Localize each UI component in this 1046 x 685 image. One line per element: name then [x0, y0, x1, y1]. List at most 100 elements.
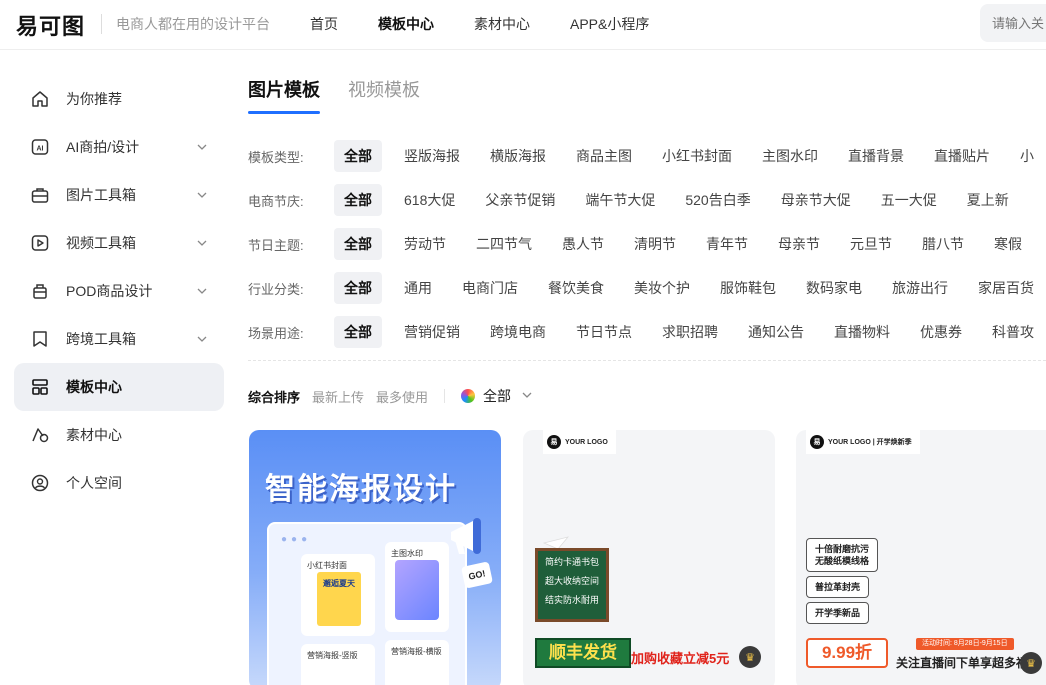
- filter-option[interactable]: 腊八节: [922, 228, 964, 260]
- filter-option[interactable]: 节日节点: [576, 316, 632, 348]
- logo-tag: 易 YOUR LOGO: [543, 430, 616, 454]
- template-card[interactable]: 智能海报设计 ●●● 小红书封面 邂逅夏天 主图水印 营销海报-竖版 营销海报-…: [249, 430, 501, 685]
- filter-label: 节日主题:: [248, 237, 304, 253]
- activity-time: 活动时间: 8月28日-9月15日: [916, 638, 1014, 650]
- mini-card: 主图水印: [385, 542, 449, 632]
- chevron-down-icon[interactable]: [196, 188, 208, 206]
- filter-option[interactable]: 寒假: [994, 228, 1022, 260]
- filter-option[interactable]: 餐饮美食: [548, 272, 604, 304]
- filter-option[interactable]: 旅游出行: [892, 272, 948, 304]
- mini-card: 小红书封面 邂逅夏天: [301, 554, 375, 636]
- filter-option[interactable]: 618大促: [404, 184, 455, 216]
- filter-option[interactable]: 青年节: [706, 228, 748, 260]
- filter-option[interactable]: 服饰鞋包: [720, 272, 776, 304]
- mini-card: 营销海报-横版: [385, 640, 449, 685]
- filter-option[interactable]: 五一大促: [881, 184, 937, 216]
- filter-option[interactable]: 直播贴片: [934, 140, 990, 172]
- template-card[interactable]: 易 YOUR LOGO | 开学焕新季 十倍耐磨抗污 无酸纸模线格 普拉革封壳 …: [796, 430, 1046, 685]
- go-badge: GO!: [461, 561, 493, 589]
- filter-option[interactable]: 夏上新: [967, 184, 1009, 216]
- sidebar-item-cross-border[interactable]: 跨境工具箱: [14, 315, 224, 363]
- filter-option[interactable]: 劳动节: [404, 228, 446, 260]
- sort-bar: 综合排序 最新上传 最多使用 全部: [248, 386, 533, 406]
- sort-latest[interactable]: 最新上传: [312, 387, 364, 406]
- sidebar: 为你推荐 AI AI商拍/设计 图片工具箱 视频工具箱 POD商品设计 跨境工具…: [14, 75, 224, 507]
- filter-option[interactable]: 跨境电商: [490, 316, 546, 348]
- chevron-down-icon[interactable]: [196, 332, 208, 350]
- filter-option[interactable]: 全部: [334, 272, 382, 304]
- filter-option[interactable]: 商品主图: [576, 140, 632, 172]
- nav-templates[interactable]: 模板中心: [378, 14, 434, 34]
- template-card[interactable]: 易 YOUR LOGO 简约卡通书包 超大收纳空间 结实防水耐用 顺丰发货 加购…: [523, 430, 775, 685]
- sort-most-used[interactable]: 最多使用: [376, 387, 428, 406]
- sidebar-item-pod[interactable]: POD商品设计: [14, 267, 224, 315]
- filter-option[interactable]: 求职招聘: [662, 316, 718, 348]
- filter-option[interactable]: 科普攻: [992, 316, 1034, 348]
- ai-icon: AI: [30, 137, 50, 157]
- filter-option[interactable]: 520告白季: [685, 184, 750, 216]
- chevron-down-icon[interactable]: [196, 284, 208, 302]
- filter-option[interactable]: 横版海报: [490, 140, 546, 172]
- filter-option[interactable]: 美妆个护: [634, 272, 690, 304]
- filter-option[interactable]: 家居百货: [978, 272, 1034, 304]
- filter-label: 行业分类:: [248, 281, 304, 297]
- sidebar-item-image-tools[interactable]: 图片工具箱: [14, 171, 224, 219]
- feature-pill: 开学季新品: [806, 602, 870, 624]
- filter-option[interactable]: 元旦节: [850, 228, 892, 260]
- search-input[interactable]: [980, 4, 1046, 42]
- filter-option[interactable]: 全部: [334, 184, 382, 216]
- chevron-down-icon[interactable]: [521, 389, 533, 404]
- filter-option[interactable]: 全部: [334, 228, 382, 260]
- filter-option[interactable]: 二四节气: [476, 228, 532, 260]
- logo-tag: 易 YOUR LOGO | 开学焕新季: [806, 430, 920, 454]
- filter-option[interactable]: 小红书封面: [662, 140, 732, 172]
- filter-option[interactable]: 优惠券: [920, 316, 962, 348]
- sidebar-item-video-tools[interactable]: 视频工具箱: [14, 219, 224, 267]
- filter-option[interactable]: 竖版海报: [404, 140, 460, 172]
- filter-option[interactable]: 全部: [334, 140, 382, 172]
- video-icon: [30, 233, 50, 253]
- filter-option[interactable]: 父亲节促销: [485, 184, 555, 216]
- user-icon: [30, 473, 50, 493]
- live-promo-text: 关注直播间下单享超多福: [896, 656, 1029, 670]
- color-wheel-icon[interactable]: [461, 389, 476, 403]
- filter-option[interactable]: 直播物料: [834, 316, 890, 348]
- filter-option[interactable]: 母亲节大促: [781, 184, 851, 216]
- filter-option[interactable]: 电商门店: [462, 272, 518, 304]
- sidebar-item-materials[interactable]: 素材中心: [14, 411, 224, 459]
- poster-thumbnail: [395, 560, 439, 620]
- filter-option[interactable]: 小: [1020, 140, 1034, 172]
- filter-option[interactable]: 通知公告: [748, 316, 804, 348]
- tab-image-templates[interactable]: 图片模板: [248, 76, 320, 114]
- sidebar-item-label: 个人空间: [66, 475, 122, 491]
- filter-option[interactable]: 端午节大促: [585, 184, 655, 216]
- filter-row-scene: 场景用途: 全部 营销促销 跨境电商 节日节点 求职招聘 通知公告 直播物料 优…: [248, 310, 1046, 354]
- feature-pill: 十倍耐磨抗污 无酸纸模线格: [806, 538, 879, 572]
- sidebar-item-ai[interactable]: AI AI商拍/设计: [14, 123, 224, 171]
- filter-option[interactable]: 全部: [334, 316, 382, 348]
- filter-option[interactable]: 数码家电: [806, 272, 862, 304]
- filter-option[interactable]: 营销促销: [404, 316, 460, 348]
- nav-materials[interactable]: 素材中心: [474, 14, 530, 34]
- logo[interactable]: 易可图: [16, 9, 85, 41]
- tab-video-templates[interactable]: 视频模板: [348, 76, 420, 114]
- sidebar-item-templates[interactable]: 模板中心: [14, 363, 224, 411]
- nav-app[interactable]: APP&小程序: [570, 14, 649, 34]
- filter-row-type: 模板类型: 全部 竖版海报 横版海报 商品主图 小红书封面 主图水印 直播背景 …: [248, 134, 1046, 178]
- sidebar-item-label: 模板中心: [66, 379, 122, 395]
- home-icon: [30, 89, 50, 109]
- chevron-down-icon[interactable]: [196, 236, 208, 254]
- filter-option[interactable]: 母亲节: [778, 228, 820, 260]
- svg-text:AI: AI: [37, 146, 44, 153]
- filter-option[interactable]: 主图水印: [762, 140, 818, 172]
- sidebar-item-personal[interactable]: 个人空间: [14, 459, 224, 507]
- filter-option[interactable]: 愚人节: [562, 228, 604, 260]
- sidebar-item-recommend[interactable]: 为你推荐: [14, 75, 224, 123]
- sort-comprehensive[interactable]: 综合排序: [248, 387, 300, 406]
- filter-option[interactable]: 直播背景: [848, 140, 904, 172]
- filter-option[interactable]: 清明节: [634, 228, 676, 260]
- color-filter-label[interactable]: 全部: [483, 386, 511, 406]
- chevron-down-icon[interactable]: [196, 140, 208, 158]
- filter-option[interactable]: 通用: [404, 272, 432, 304]
- nav-home[interactable]: 首页: [310, 14, 338, 34]
